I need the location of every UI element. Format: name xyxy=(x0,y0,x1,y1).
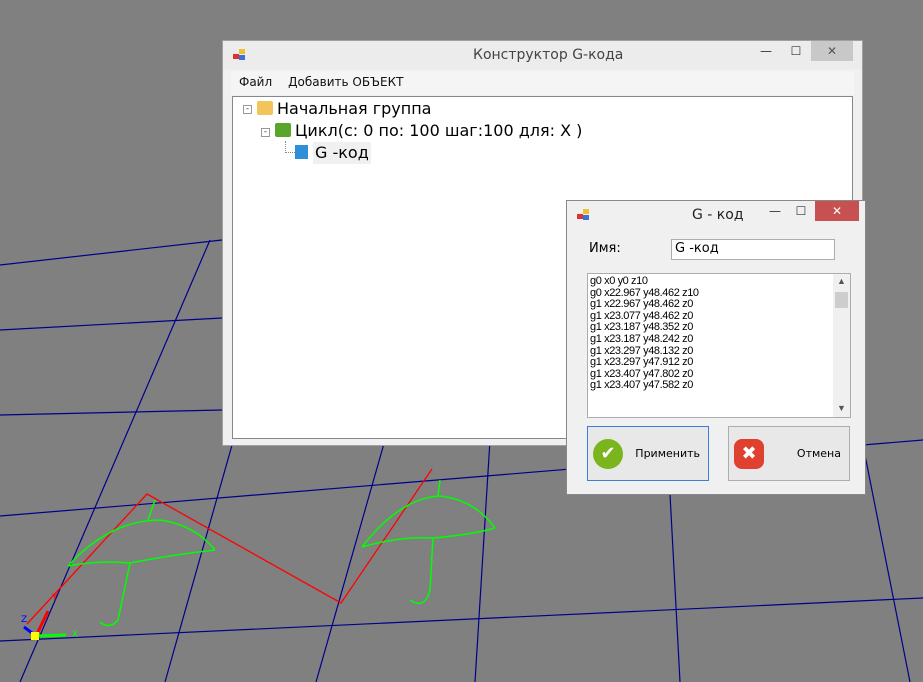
scroll-up-icon[interactable]: ▲ xyxy=(837,276,846,288)
code-line: g1 x23.297 y47.912 z0 xyxy=(590,356,693,369)
minimize-button[interactable]: — xyxy=(763,201,787,221)
apply-label: Применить xyxy=(635,447,700,460)
gcode-textarea[interactable]: g0 x0 y0 z10 g0 x22.967 y48.462 z10 g1 x… xyxy=(587,273,851,418)
cancel-label: Отмена xyxy=(796,447,841,460)
menu-bar: Файл Добавить ОБЪЕКТ xyxy=(231,71,854,95)
umbrella-model xyxy=(67,479,496,627)
tree-node-gcode[interactable]: G -код xyxy=(313,142,371,164)
checkmark-icon: ✔ xyxy=(593,439,623,469)
window-title: Конструктор G-кода xyxy=(473,47,624,63)
apply-button[interactable]: ✔ Применить xyxy=(587,426,709,481)
svg-text:X: X xyxy=(72,630,78,640)
scroll-down-icon[interactable]: ▼ xyxy=(837,403,846,415)
collapse-toggle[interactable]: - xyxy=(243,105,252,114)
menu-add-object[interactable]: Добавить ОБЪЕКТ xyxy=(280,71,411,93)
collapse-toggle[interactable]: - xyxy=(261,128,270,137)
loop-icon xyxy=(275,123,291,137)
close-button[interactable]: ✕ xyxy=(811,41,853,61)
cancel-button[interactable]: ✖ Отмена xyxy=(728,426,850,481)
code-line: g0 x0 y0 z10 xyxy=(590,275,648,287)
app-icon xyxy=(233,49,247,61)
svg-text:Y: Y xyxy=(51,593,58,603)
tree-node-loop[interactable]: Цикл(с: 0 по: 100 шаг:100 для: X ) xyxy=(295,120,582,142)
scroll-thumb[interactable] xyxy=(835,292,848,308)
name-label: Имя: xyxy=(589,241,621,256)
cancel-x-icon: ✖ xyxy=(734,439,764,469)
title-bar: Конструктор G-кода — ☐ ✕ xyxy=(223,41,862,69)
gcode-file-icon xyxy=(295,145,308,159)
dialog-title-bar: G - код — ☐ ✕ xyxy=(567,201,865,229)
minimize-button[interactable]: — xyxy=(753,41,779,61)
dialog-title: G - код xyxy=(692,207,744,223)
svg-text:Z: Z xyxy=(21,615,27,625)
code-line: g1 x23.187 y48.242 z0 xyxy=(590,332,693,345)
menu-file[interactable]: Файл xyxy=(231,71,280,93)
app-icon xyxy=(577,209,591,221)
vertical-scrollbar[interactable]: ▲ ▼ xyxy=(833,274,850,417)
tree-connector xyxy=(285,141,295,153)
close-button[interactable]: ✕ xyxy=(815,201,859,221)
code-line: g1 x23.407 y47.582 z0 xyxy=(590,379,693,392)
folder-open-icon xyxy=(257,101,273,115)
gcode-dialog: G - код — ☐ ✕ Имя: G -код g0 x0 y0 z10 g… xyxy=(566,200,866,495)
maximize-button[interactable]: ☐ xyxy=(783,41,809,61)
name-input[interactable]: G -код xyxy=(671,239,835,260)
tree-node-root-group[interactable]: Начальная группа xyxy=(277,98,431,120)
maximize-button[interactable]: ☐ xyxy=(789,201,813,221)
